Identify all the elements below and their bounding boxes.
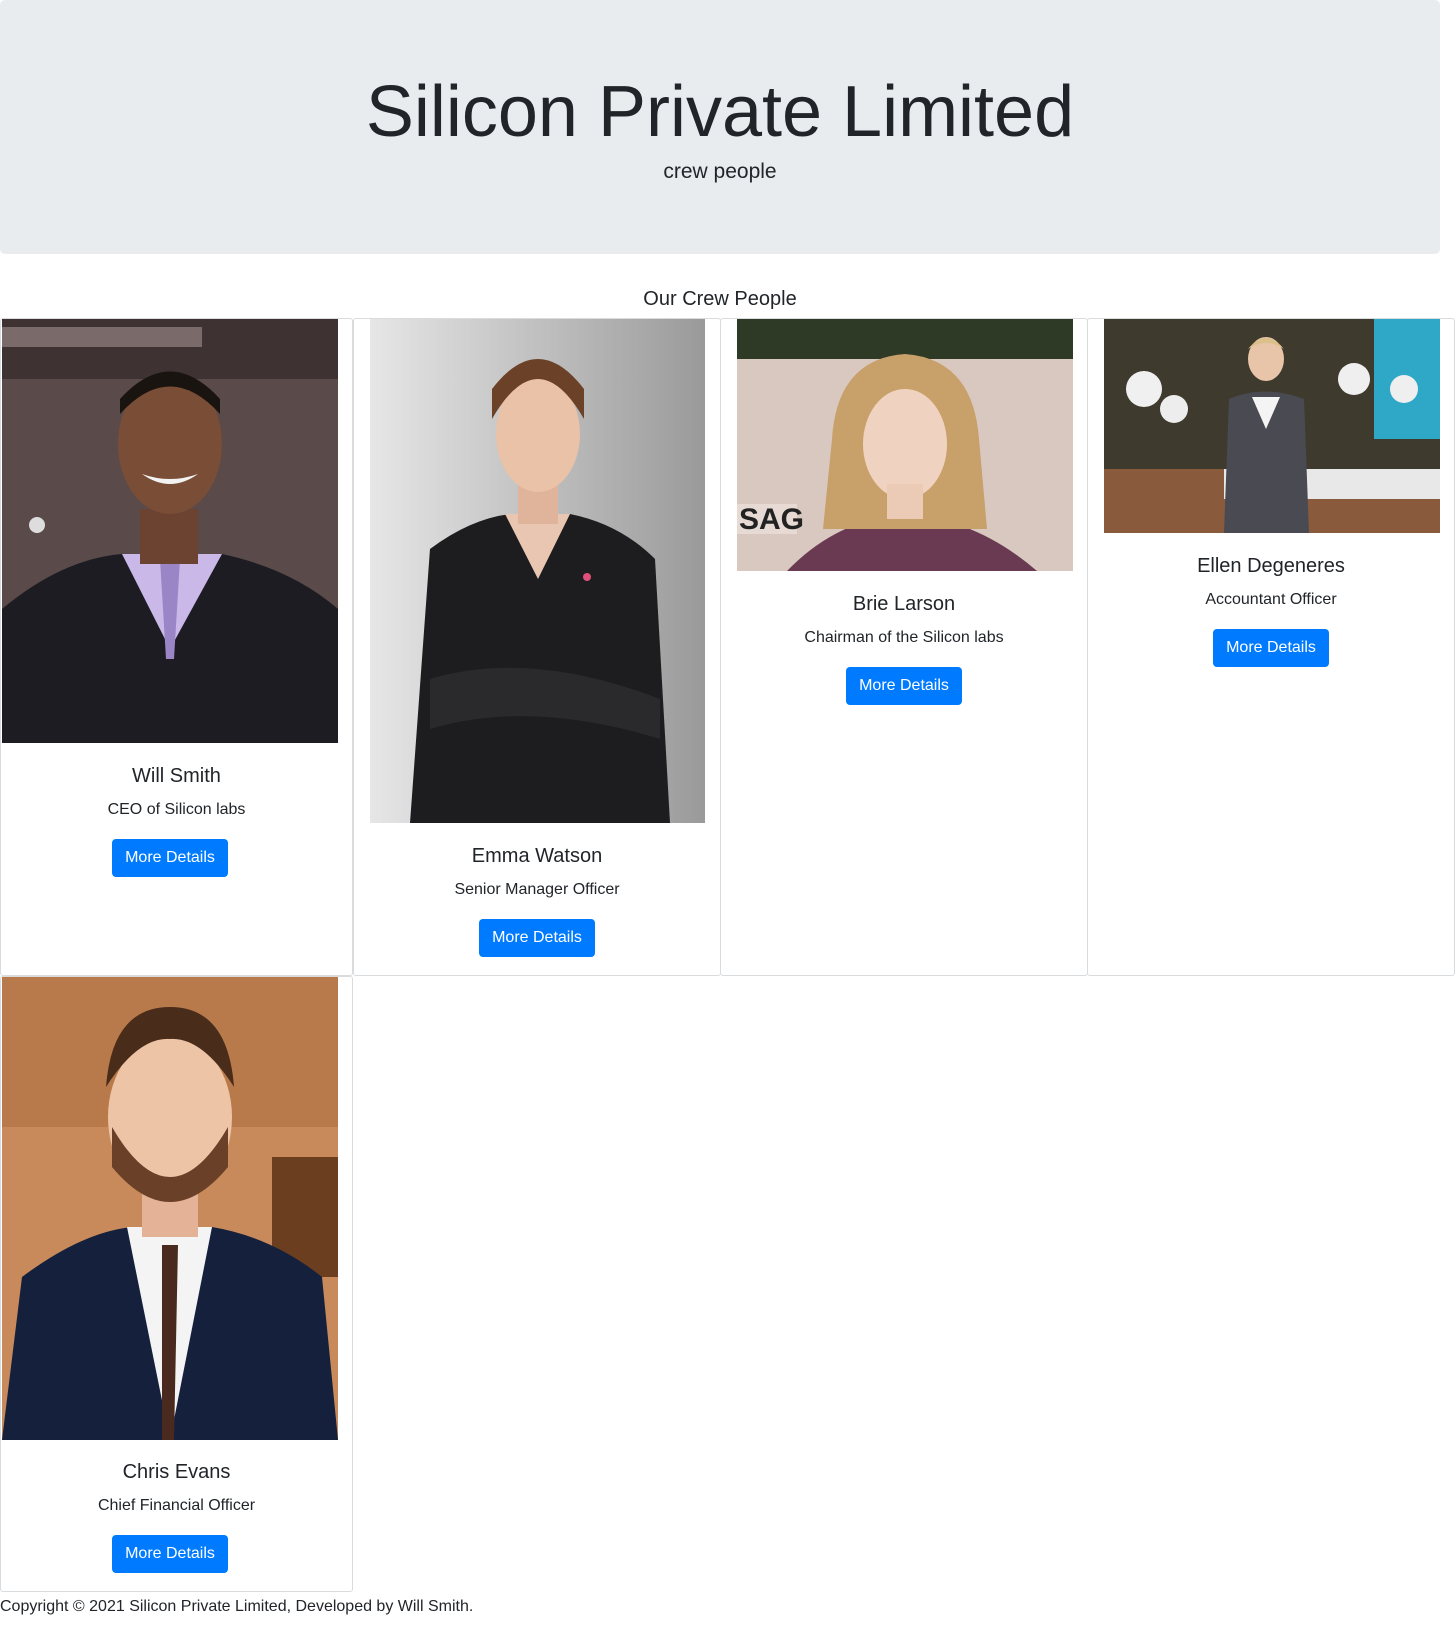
more-details-button[interactable]: More Details: [112, 1535, 228, 1573]
crew-role: Accountant Officer: [1205, 591, 1337, 608]
crew-name: Ellen Degeneres: [1197, 555, 1345, 577]
crew-role: Senior Manager Officer: [454, 881, 620, 898]
crew-name: Emma Watson: [471, 845, 603, 867]
svg-text:SAG: SAG: [739, 503, 804, 536]
more-details-button[interactable]: More Details: [112, 839, 228, 877]
page-subtitle: crew people: [663, 160, 777, 183]
crew-name: Will Smith: [132, 765, 221, 787]
crew-card-chris-evans: Chris Evans Chief Financial Officer More…: [0, 976, 353, 1592]
crew-card-will-smith: Will Smith CEO of Silicon labs More Deta…: [0, 318, 353, 976]
ellen-degeneres-photo: [1104, 319, 1440, 533]
crew-name: Brie Larson: [852, 593, 956, 615]
will-smith-photo: [2, 319, 338, 743]
footer-copyright: Copyright © 2021 Silicon Private Limited…: [0, 1598, 474, 1615]
crew-role: Chief Financial Officer: [97, 1497, 256, 1514]
more-details-button[interactable]: More Details: [479, 919, 595, 957]
crew-role: CEO of Silicon labs: [107, 801, 246, 818]
jumbotron-header: Silicon Private Limited crew people: [0, 0, 1440, 254]
emma-watson-photo: [370, 319, 705, 823]
crew-card-emma-watson: Emma Watson Senior Manager Officer More …: [353, 318, 721, 976]
crew-card-ellen-degeneres: Ellen Degeneres Accountant Officer More …: [1087, 318, 1455, 976]
page-title: Silicon Private Limited: [365, 72, 1075, 152]
brie-larson-photo: SAG: [737, 319, 1073, 571]
more-details-button[interactable]: More Details: [846, 667, 962, 705]
section-title: Our Crew People: [643, 288, 797, 310]
crew-role: Chairman of the Silicon labs: [804, 629, 1004, 646]
crew-name: Chris Evans: [122, 1461, 231, 1483]
more-details-button[interactable]: More Details: [1213, 629, 1329, 667]
chris-evans-photo: [2, 977, 338, 1440]
crew-card-brie-larson: SAG Brie Larson Chairman of the Silicon …: [720, 318, 1088, 976]
